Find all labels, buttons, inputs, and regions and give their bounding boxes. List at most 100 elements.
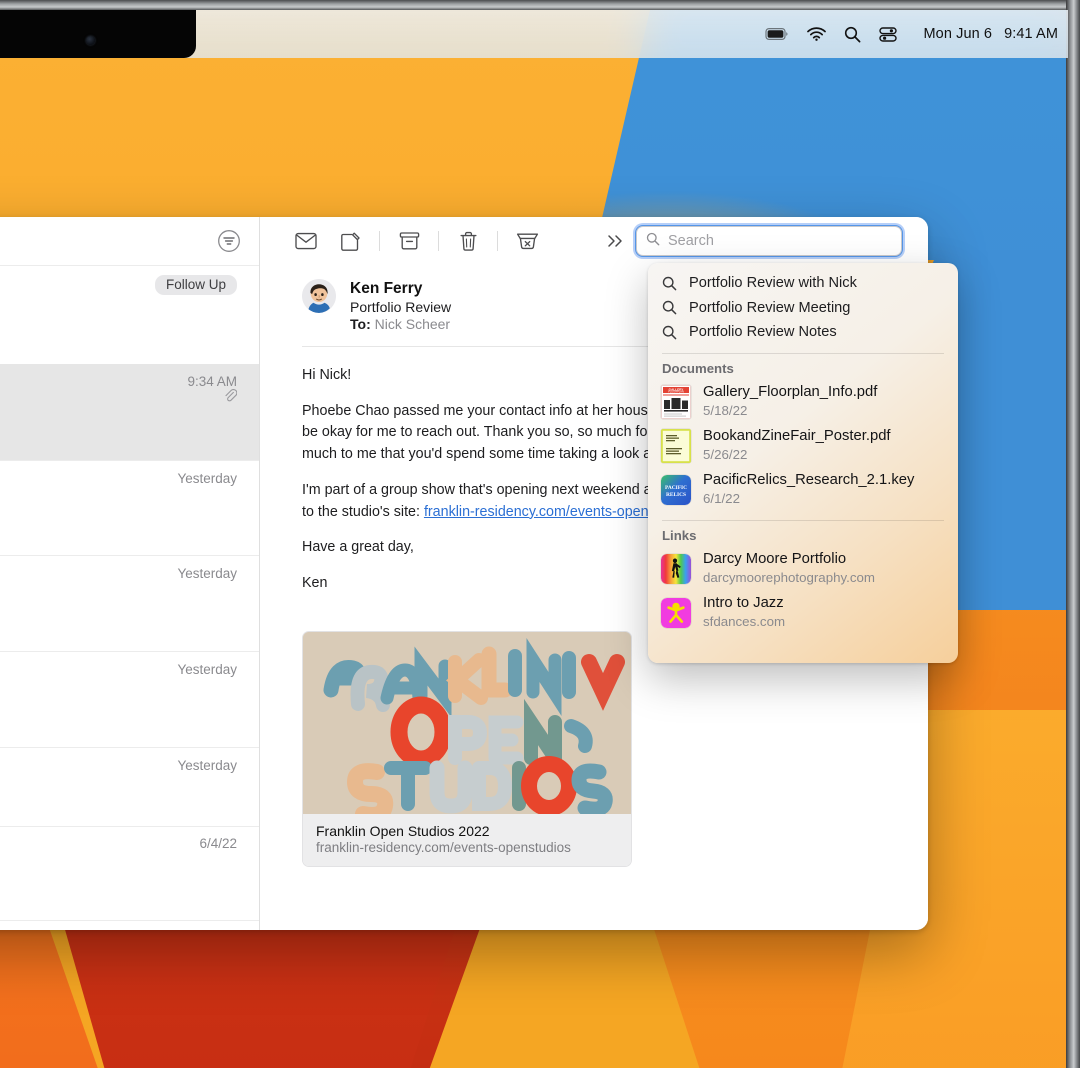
body-line: Phoebe Chao passed me your contact info … — [302, 403, 674, 419]
message-date: Yesterday — [177, 758, 237, 773]
link-url: darcymoorephotography.com — [703, 569, 875, 586]
studio-site-link[interactable]: franklin-residency.com/events-openstu — [424, 504, 668, 520]
document-date: 6/1/22 — [703, 490, 914, 507]
message-preview: …would love it if you could join us for … — [0, 890, 237, 909]
message-preview: …ased to introduce you to my friend — [0, 696, 237, 715]
link-result-item[interactable]: Darcy Moore Portfolio darcymoorephotogra… — [648, 547, 958, 591]
link-preview-url: franklin-residency.com/events-openstudio… — [316, 840, 618, 855]
message-date: 6/4/22 — [199, 836, 237, 851]
search-input[interactable]: Search — [636, 226, 902, 256]
message-date: 9:34 AM — [187, 374, 237, 389]
list-item[interactable]: …ah Follow Up …muco …re you still keen t… — [0, 265, 259, 364]
battery-icon[interactable] — [765, 27, 789, 41]
attachment-icon — [223, 389, 237, 408]
list-item[interactable]: …ng 6/3/22 …ood to see you last week! If… — [0, 920, 259, 930]
document-result-item[interactable]: PACIFIC RELICS PacificRelics_Research_2.… — [648, 468, 958, 512]
message-preview: …, next weekend is our sweet Sofia's 7th — [0, 870, 237, 889]
link-preview-card[interactable]: Franklin Open Studios 2022 franklin-resi… — [302, 631, 632, 867]
message-preview: …warming party last week and said it… — [0, 429, 237, 448]
toolbar-divider — [438, 231, 439, 251]
body-line: I'm part of a group show that's opening … — [302, 482, 668, 498]
message-subject: …Nick <> Umberto re: upholstery — [0, 679, 237, 695]
message-subject: …muco — [0, 296, 237, 312]
link-title: Darcy Moore Portfolio — [703, 551, 875, 569]
message-preview: …you about! He's so talented, thank you… — [0, 524, 237, 543]
message-subject: …iday? — [0, 583, 237, 599]
control-center-icon[interactable] — [879, 27, 897, 42]
filter-icon[interactable] — [217, 229, 241, 253]
search-icon — [661, 325, 677, 340]
search-placeholder: Search — [668, 233, 714, 249]
message-date: Yesterday — [177, 662, 237, 677]
avatar[interactable] — [302, 279, 336, 313]
body-line: be okay for me to reach out. Thank you s… — [302, 424, 672, 440]
archive-button[interactable] — [387, 225, 431, 257]
svg-text:PACIFIC: PACIFIC — [665, 485, 687, 491]
message-subject-line: Portfolio Review — [350, 299, 451, 315]
to-value: Nick Scheer — [375, 316, 450, 332]
list-item[interactable]: …hao Yesterday …torship …assed your cont… — [0, 460, 259, 556]
message-preview: early September? She says she has… — [0, 333, 237, 352]
svg-text:RELICS: RELICS — [666, 492, 686, 498]
link-preview-caption: Franklin Open Studios 2022 franklin-resi… — [303, 814, 631, 866]
message-list-header: unread — [0, 217, 259, 265]
list-item[interactable]: 9:34 AM …view …ebe Chao passed me your c… — [0, 364, 259, 460]
message-subject: …ty for Sofia 🎉 — [0, 852, 237, 869]
mark-unread-button[interactable] — [284, 225, 328, 257]
search-suggestions-dropdown: Portfolio Review with Nick Portfolio Rev… — [648, 263, 958, 663]
message-preview: …e miss you so much here in Roma!… — [0, 795, 237, 814]
search-suggestion-item[interactable]: Portfolio Review Meeting — [648, 296, 958, 321]
pacificrelics-keynote-thumb: PACIFIC RELICS — [661, 475, 691, 505]
message-list: unread …ah Follow Up — [0, 217, 260, 930]
message-preview: …o reupholstered the couch you said… — [0, 716, 237, 735]
search-suggestion-item[interactable]: Portfolio Review Notes — [648, 320, 958, 345]
document-date: 5/18/22 — [703, 402, 877, 419]
document-name: Gallery_Floorplan_Info.pdf — [703, 384, 877, 402]
status-badge: Follow Up — [155, 275, 237, 295]
links-section-header: Links — [648, 521, 958, 547]
sender-name: Ken Ferry — [350, 280, 451, 298]
document-name: BookandZineFair_Poster.pdf — [703, 428, 891, 446]
document-name: PacificRelics_Research_2.1.key — [703, 472, 914, 490]
message-preview: …assed your contact on to that colleague — [0, 505, 237, 524]
franklin-open-studios-clay-letters — [303, 632, 631, 814]
display-notch — [0, 10, 196, 58]
search-icon — [661, 300, 677, 315]
screen: Mon Jun 6 9:41 AM unread — [0, 10, 1068, 1068]
laptop-right-edge — [1066, 0, 1080, 1068]
intro-to-jazz-thumb — [661, 598, 691, 628]
laptop-top-edge — [0, 0, 1080, 10]
junk-button[interactable] — [505, 225, 549, 257]
search-icon — [661, 276, 677, 291]
message-subject: …torship — [0, 488, 237, 504]
search-suggestion-label: Portfolio Review with Nick — [689, 275, 857, 291]
laptop-device: Mon Jun 6 9:41 AM unread — [0, 0, 1080, 1068]
gallery-floorplan-thumb: GALLERY FLOORPLAN — [661, 385, 691, 419]
search-suggestion-item[interactable]: Portfolio Review with Nick — [648, 271, 958, 296]
document-result-item[interactable]: GALLERY FLOORPLAN — [648, 380, 958, 424]
message-preview: …nk we'll be short a couple on Friday. D… — [0, 600, 237, 619]
search-suggestion-label: Portfolio Review Meeting — [689, 300, 850, 316]
bookandzinefair-poster-thumb — [661, 429, 691, 463]
recipient-line: To: Nick Scheer — [350, 316, 451, 332]
search-suggestion-label: Portfolio Review Notes — [689, 324, 837, 340]
mail-toolbar: Search — [260, 217, 928, 265]
message-preview: …ebe Chao passed me your contact info — [0, 409, 237, 428]
list-item[interactable]: …rque Fernandez Yesterday …iday? …nk we'… — [0, 555, 259, 651]
message-preview: …he nicest dinner with Lia and Francesco — [0, 775, 237, 794]
menu-bar-time[interactable]: 9:41 AM — [1004, 26, 1058, 42]
link-preview-title: Franklin Open Studios 2022 — [316, 823, 618, 839]
delete-button[interactable] — [446, 225, 490, 257]
document-result-item[interactable]: BookandZineFair_Poster.pdf 5/26/22 — [648, 424, 958, 468]
list-item[interactable]: …ese Gonzalez Yesterday …he nicest dinne… — [0, 747, 259, 826]
wifi-icon[interactable] — [807, 27, 826, 41]
link-result-item[interactable]: Intro to Jazz sfdances.com — [648, 591, 958, 635]
list-item[interactable]: …dar Yesterday …Nick <> Umberto re: upho… — [0, 651, 259, 747]
chevron-double-right-icon[interactable] — [598, 225, 632, 257]
document-date: 5/26/22 — [703, 446, 891, 463]
list-item[interactable]: 6/4/22 …ty for Sofia 🎉 …, next weekend i… — [0, 826, 259, 921]
search-icon[interactable] — [844, 26, 861, 43]
compose-button[interactable] — [328, 225, 372, 257]
message-preview: …yone who could come play for us? — [0, 620, 237, 639]
menu-bar-date[interactable]: Mon Jun 6 — [923, 26, 992, 42]
